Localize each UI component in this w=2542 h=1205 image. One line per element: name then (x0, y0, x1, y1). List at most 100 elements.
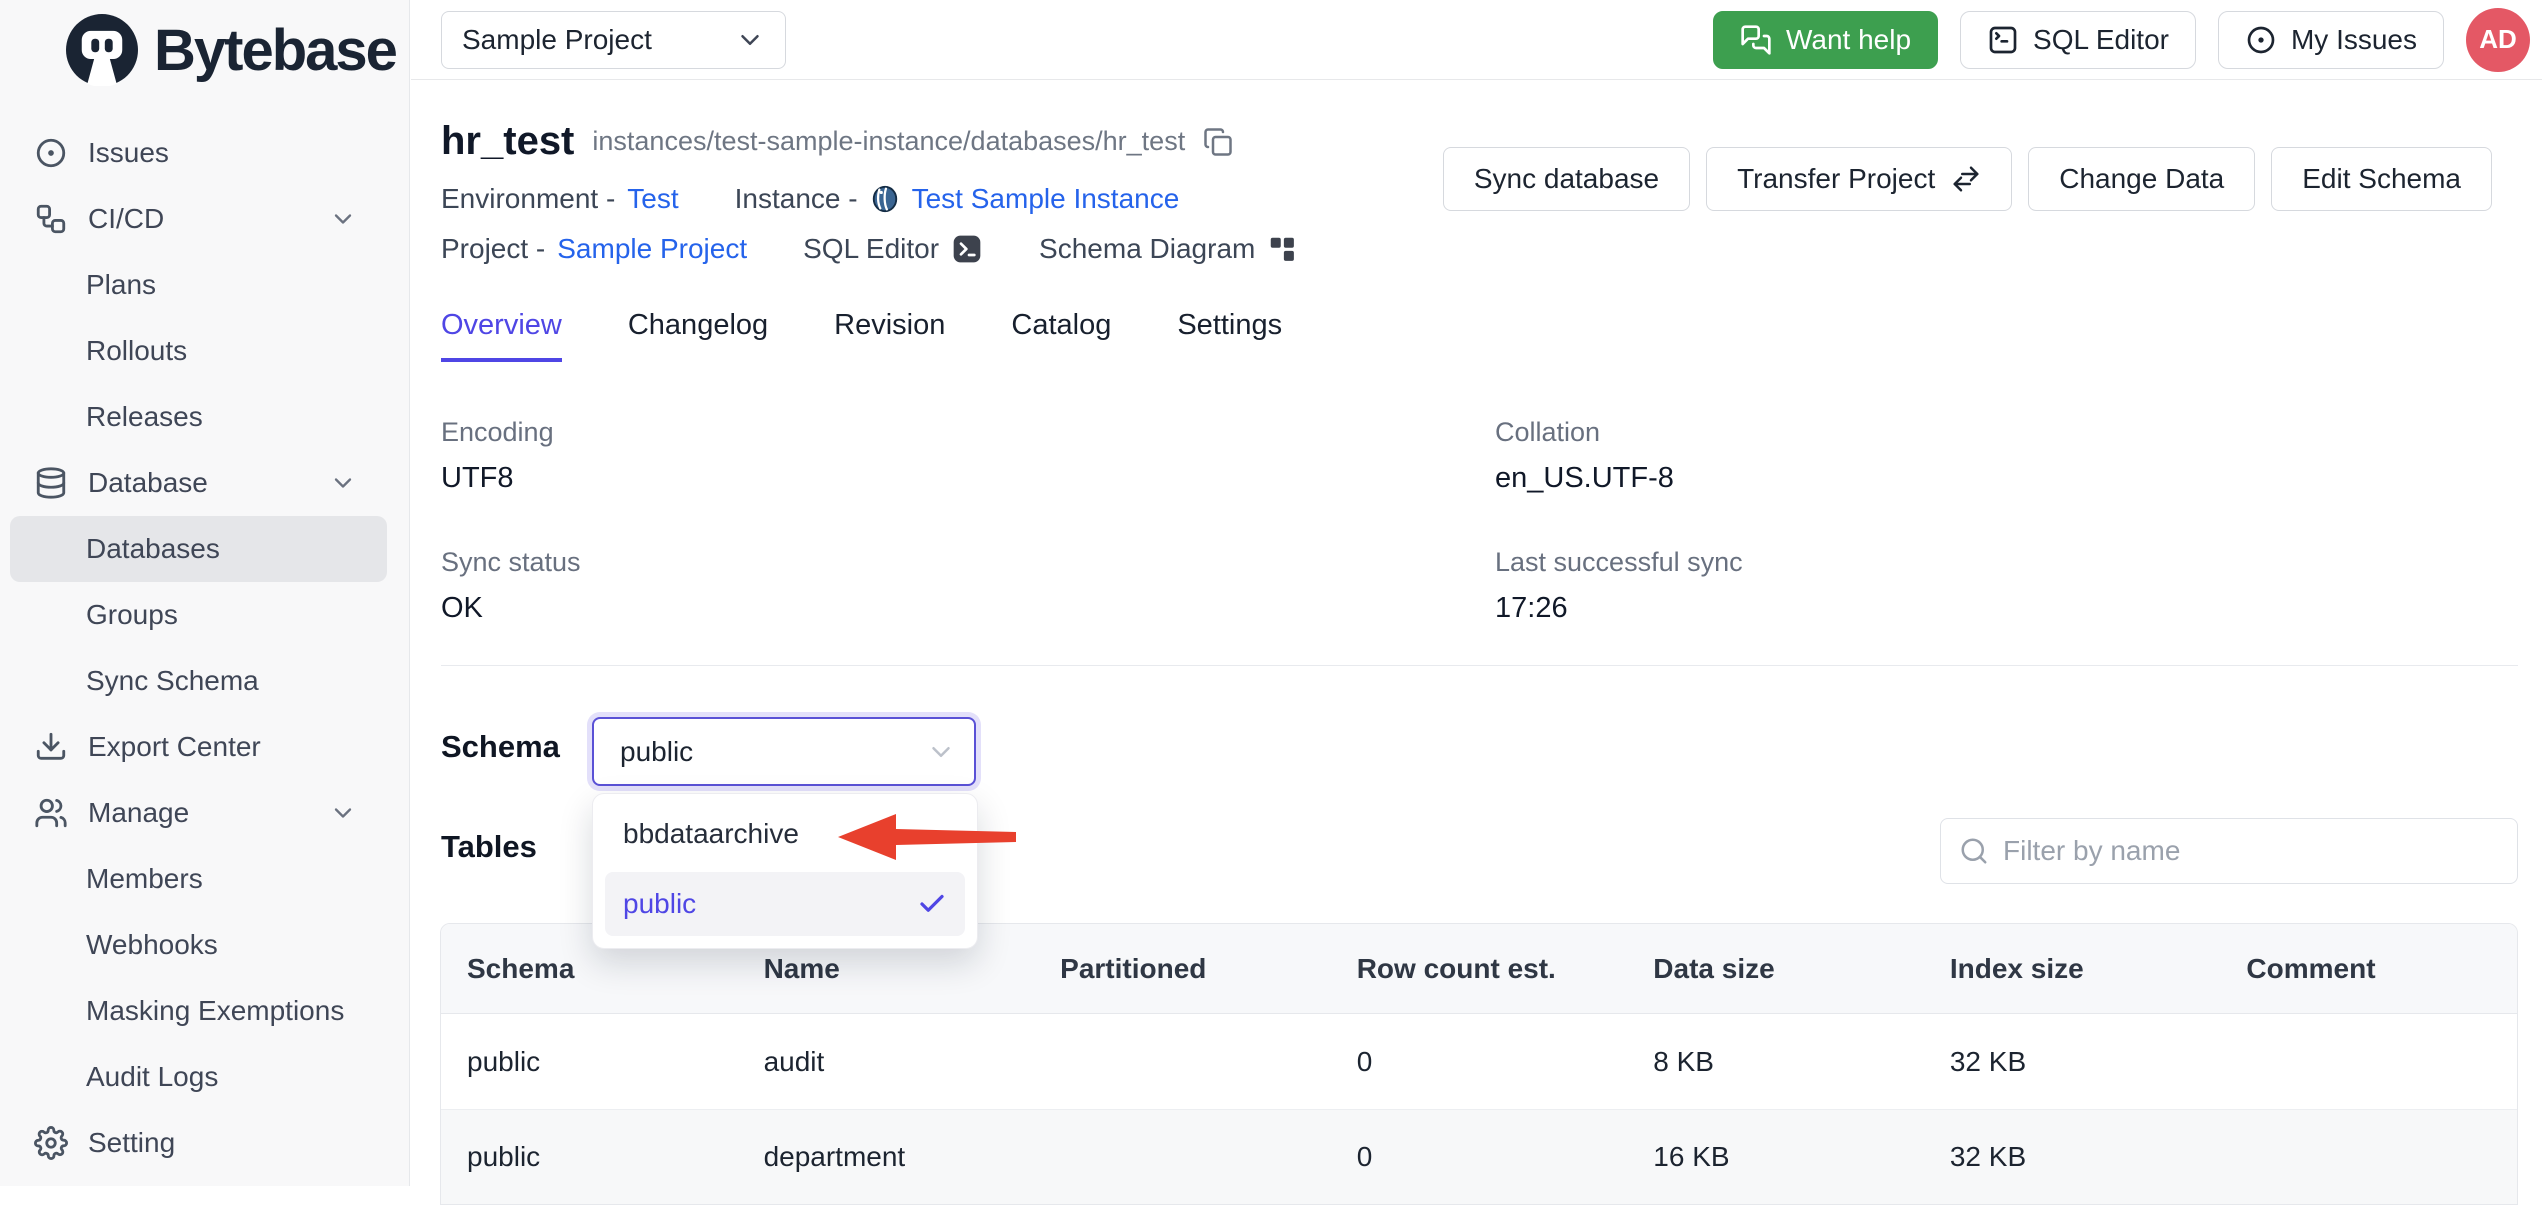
project-link[interactable]: Sample Project (557, 233, 747, 265)
issue-icon (34, 136, 68, 170)
terminal-dark-icon (951, 233, 983, 265)
sidebar-item-label: Audit Logs (86, 1061, 218, 1093)
collation-value: en_US.UTF-8 (1495, 462, 2195, 495)
column-header-comment: Comment (2220, 953, 2517, 985)
transfer-arrows-icon (1951, 164, 1981, 194)
transfer-project-button[interactable]: Transfer Project (1706, 147, 2012, 211)
sql-editor-shortcut-label: SQL Editor (803, 233, 939, 265)
users-icon (34, 796, 68, 830)
bytebase-logo[interactable]: Bytebase (66, 14, 396, 86)
collation-field: Collation en_US.UTF-8 (1495, 417, 2195, 495)
sidebar-item-label: Setting (88, 1127, 175, 1159)
project-label: Project - (441, 233, 545, 265)
sync-status-label: Sync status (441, 547, 1495, 578)
sidebar-item-sync-schema[interactable]: Sync Schema (10, 648, 387, 714)
sidebar-item-label: Issues (88, 137, 169, 169)
schema-diagram-label: Schema Diagram (1039, 233, 1255, 265)
sidebar-item-rollouts[interactable]: Rollouts (10, 318, 387, 384)
sidebar-item-plans[interactable]: Plans (10, 252, 387, 318)
brand-name: Bytebase (154, 17, 396, 84)
chevron-down-icon (329, 205, 357, 233)
encoding-value: UTF8 (441, 462, 1495, 495)
database-info-grid: Encoding UTF8 Collation en_US.UTF-8 Sync… (441, 417, 2195, 625)
cell-data-size: 8 KB (1627, 1046, 1924, 1078)
schema-diagram-shortcut[interactable]: Schema Diagram (1039, 233, 1297, 265)
table-row[interactable]: public department 0 16 KB 32 KB (441, 1109, 2517, 1204)
column-header-schema: Schema (441, 953, 738, 985)
sidebar-item-label: Sync Schema (86, 665, 259, 697)
sidebar-item-label: Export Center (88, 731, 261, 763)
issue-icon (2245, 24, 2277, 56)
my-issues-button[interactable]: My Issues (2218, 11, 2444, 69)
cell-row-count: 0 (1331, 1046, 1628, 1078)
schema-select-value: public (620, 736, 693, 768)
table-filter (1940, 818, 2518, 884)
sidebar-item-export-center[interactable]: Export Center (10, 714, 387, 780)
postgres-icon (870, 184, 900, 214)
column-header-name: Name (738, 953, 1035, 985)
avatar[interactable]: AD (2466, 8, 2530, 72)
chevron-down-icon (926, 737, 956, 767)
tables-table: Schema Name Partitioned Row count est. D… (440, 923, 2518, 1205)
schema-section-label: Schema (441, 729, 560, 765)
main-content: hr_test instances/test-sample-instance/d… (411, 81, 2542, 1186)
sidebar-item-manage[interactable]: Manage (10, 780, 387, 846)
change-data-button[interactable]: Change Data (2028, 147, 2255, 211)
sidebar-item-webhooks[interactable]: Webhooks (10, 912, 387, 978)
want-help-button[interactable]: Want help (1713, 11, 1938, 69)
topbar-actions: Want help SQL Editor My Issues AD (1713, 8, 2530, 72)
sidebar-item-masking-exemptions[interactable]: Masking Exemptions (10, 978, 387, 1044)
edit-schema-label: Edit Schema (2302, 163, 2461, 195)
sidebar-item-audit-logs[interactable]: Audit Logs (10, 1044, 387, 1110)
sidebar: Bytebase Issues CI/CD Plans Rollouts Rel… (0, 0, 410, 1186)
sidebar-item-setting[interactable]: Setting (10, 1110, 387, 1176)
sidebar-item-issues[interactable]: Issues (10, 120, 387, 186)
sidebar-item-label: Groups (86, 599, 178, 631)
gear-icon (34, 1126, 68, 1160)
workflow-icon (34, 202, 68, 236)
tab-overview[interactable]: Overview (441, 309, 562, 362)
column-header-row-count: Row count est. (1331, 953, 1628, 985)
sidebar-item-members[interactable]: Members (10, 846, 387, 912)
environment-link[interactable]: Test (627, 183, 678, 215)
sidebar-item-label: Members (86, 863, 203, 895)
schema-option-public[interactable]: public (605, 872, 965, 936)
encoding-label: Encoding (441, 417, 1495, 448)
sidebar-item-groups[interactable]: Groups (10, 582, 387, 648)
transfer-project-label: Transfer Project (1737, 163, 1935, 195)
filter-by-name-input[interactable] (2003, 835, 2499, 867)
resource-path: instances/test-sample-instance/databases… (592, 126, 1185, 157)
sidebar-item-database[interactable]: Database (10, 450, 387, 516)
project-selector[interactable]: Sample Project (441, 11, 786, 69)
cell-data-size: 16 KB (1627, 1141, 1924, 1173)
page-title: hr_test (441, 119, 574, 164)
project-selector-value: Sample Project (462, 24, 652, 56)
download-icon (34, 730, 68, 764)
sidebar-item-releases[interactable]: Releases (10, 384, 387, 450)
table-row[interactable]: public audit 0 8 KB 32 KB (441, 1014, 2517, 1109)
column-header-index-size: Index size (1924, 953, 2221, 985)
instance-link[interactable]: Test Sample Instance (912, 183, 1180, 215)
copy-icon[interactable] (1203, 127, 1233, 157)
tab-changelog[interactable]: Changelog (628, 309, 768, 362)
sidebar-item-cicd[interactable]: CI/CD (10, 186, 387, 252)
cell-row-count: 0 (1331, 1141, 1628, 1173)
tab-revision[interactable]: Revision (834, 309, 945, 362)
tab-catalog[interactable]: Catalog (1011, 309, 1111, 362)
sql-editor-button[interactable]: SQL Editor (1960, 11, 2196, 69)
collation-label: Collation (1495, 417, 2195, 448)
sync-database-button[interactable]: Sync database (1443, 147, 1690, 211)
sync-status-field: Sync status OK (441, 547, 1495, 625)
sql-editor-shortcut[interactable]: SQL Editor (803, 233, 983, 265)
schema-option-bbdataarchive[interactable]: bbdataarchive (605, 806, 965, 862)
change-data-label: Change Data (2059, 163, 2224, 195)
bytebase-logo-icon (66, 14, 138, 86)
terminal-icon (1987, 24, 2019, 56)
schema-select[interactable]: public (592, 717, 976, 786)
sidebar-item-label: CI/CD (88, 203, 164, 235)
cell-index-size: 32 KB (1924, 1046, 2221, 1078)
environment-meta: Environment - Test (441, 183, 679, 215)
sidebar-item-databases[interactable]: Databases (10, 516, 387, 582)
edit-schema-button[interactable]: Edit Schema (2271, 147, 2492, 211)
tab-settings[interactable]: Settings (1177, 309, 1282, 362)
